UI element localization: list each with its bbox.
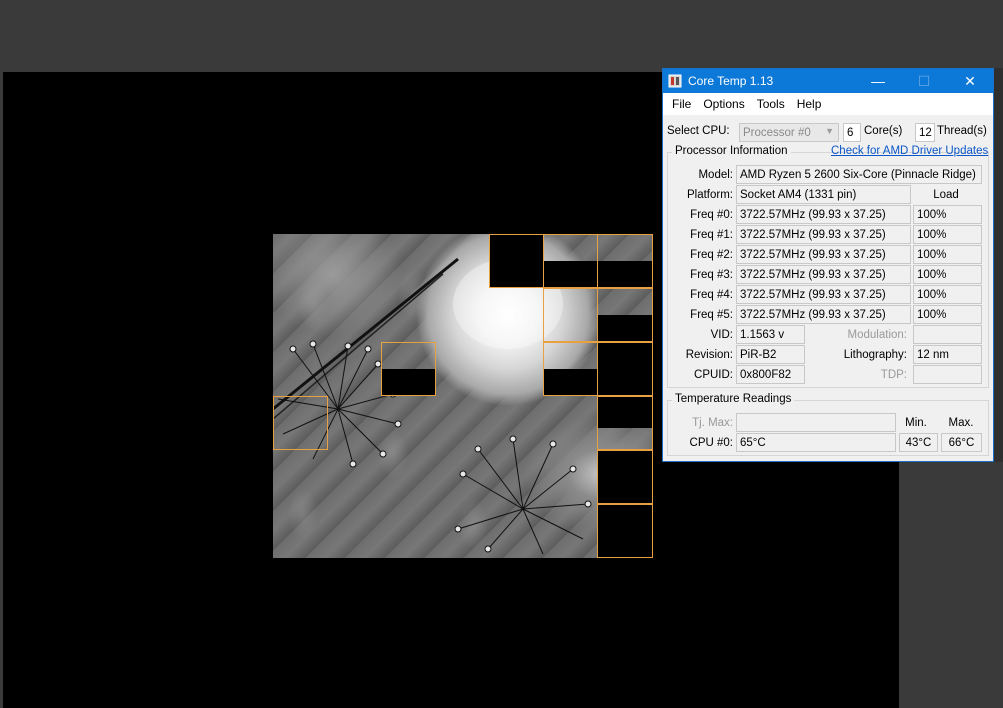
menu-options[interactable]: Options xyxy=(697,97,750,111)
render-tile xyxy=(381,342,436,396)
platform-value: Socket AM4 (1331 pin) xyxy=(736,185,911,204)
modulation-label: Modulation: xyxy=(847,329,907,341)
cpu-temp-min: 43°C xyxy=(899,433,938,452)
freq-value: 3722.57MHz (99.93 x 37.25) xyxy=(736,285,911,304)
render-tile xyxy=(597,450,653,504)
threads-count: 12 xyxy=(915,123,935,142)
render-tile xyxy=(489,234,544,288)
tjmax-value xyxy=(736,413,896,432)
freq-value: 3722.57MHz (99.93 x 37.25) xyxy=(736,305,911,324)
freq-label: Freq #2: xyxy=(690,249,733,261)
menu-tools[interactable]: Tools xyxy=(751,97,791,111)
load-header: Load xyxy=(933,189,959,201)
lithography-value: 12 nm xyxy=(913,345,982,364)
lithography-label: Lithography: xyxy=(843,349,907,361)
revision-value: PiR-B2 xyxy=(736,345,805,364)
min-header: Min. xyxy=(905,417,927,429)
select-cpu-label: Select CPU: xyxy=(667,125,730,137)
cpu-temp-max: 66°C xyxy=(941,433,982,452)
freq-value: 3722.57MHz (99.93 x 37.25) xyxy=(736,265,911,284)
cpu-select[interactable]: Processor #0 ▼ xyxy=(739,123,839,142)
revision-label: Revision: xyxy=(685,349,733,361)
tjmax-label: Tj. Max: xyxy=(692,417,733,429)
freq-value: 3722.57MHz (99.93 x 37.25) xyxy=(736,205,911,224)
freq-label: Freq #5: xyxy=(690,309,733,321)
render-tile xyxy=(543,342,598,396)
render-tile xyxy=(597,288,653,342)
menu-bar: File Options Tools Help xyxy=(663,93,993,115)
processor-info-title: Processor Information xyxy=(672,145,791,157)
load-value: 100% xyxy=(913,245,982,264)
title-bar[interactable]: Core Temp 1.13 — ☐ ✕ xyxy=(663,69,993,93)
close-button[interactable]: ✕ xyxy=(947,69,993,93)
amd-driver-updates-link[interactable]: Check for AMD Driver Updates xyxy=(831,145,988,157)
load-value: 100% xyxy=(913,265,982,284)
menu-help[interactable]: Help xyxy=(791,97,828,111)
tdp-value xyxy=(913,365,982,384)
platform-label: Platform: xyxy=(686,189,733,201)
load-value: 100% xyxy=(913,205,982,224)
tdp-label: TDP: xyxy=(880,369,907,381)
render-tile xyxy=(597,504,653,558)
cpu-temp-value: 65°C xyxy=(736,433,896,452)
modulation-value xyxy=(913,325,982,344)
render-tile xyxy=(597,396,653,450)
render-tile xyxy=(543,288,598,342)
minimize-button[interactable]: — xyxy=(855,69,901,93)
threads-label: Thread(s) xyxy=(937,125,987,137)
render-tile xyxy=(597,342,653,396)
freq-value: 3722.57MHz (99.93 x 37.25) xyxy=(736,225,911,244)
vid-value: 1.1563 v xyxy=(736,325,805,344)
model-label: Model: xyxy=(698,169,733,181)
cpuid-label: CPUID: xyxy=(694,369,733,381)
model-value: AMD Ryzen 5 2600 Six-Core (Pinnacle Ridg… xyxy=(736,165,982,184)
window-shadow xyxy=(994,68,1003,462)
load-value: 100% xyxy=(913,225,982,244)
render-tile xyxy=(597,234,653,288)
vid-label: VID: xyxy=(710,329,733,341)
render-tile xyxy=(543,234,598,288)
dandelion-right xyxy=(454,435,592,555)
maximize-button[interactable]: ☐ xyxy=(901,69,947,93)
freq-label: Freq #1: xyxy=(690,229,733,241)
max-header: Max. xyxy=(948,417,974,429)
cpuid-value: 0x800F82 xyxy=(736,365,805,384)
cpu-temp-label: CPU #0: xyxy=(689,437,733,449)
cores-label: Core(s) xyxy=(864,125,903,137)
freq-label: Freq #0: xyxy=(690,209,733,221)
freq-value: 3722.57MHz (99.93 x 37.25) xyxy=(736,245,911,264)
load-value: 100% xyxy=(913,285,982,304)
freq-label: Freq #4: xyxy=(690,289,733,301)
chevron-down-icon: ▼ xyxy=(825,126,834,136)
freq-label: Freq #3: xyxy=(690,269,733,281)
menu-file[interactable]: File xyxy=(666,97,697,111)
render-preview-image xyxy=(273,234,653,558)
load-value: 100% xyxy=(913,305,982,324)
core-temp-window: Core Temp 1.13 — ☐ ✕ File Options Tools … xyxy=(662,68,994,462)
render-tile xyxy=(273,396,328,450)
core-temp-app-icon xyxy=(668,74,682,88)
window-title: Core Temp 1.13 xyxy=(688,74,774,88)
cores-count: 6 xyxy=(843,123,861,142)
temperature-title: Temperature Readings xyxy=(672,393,795,405)
cpu-select-value: Processor #0 xyxy=(743,126,811,139)
